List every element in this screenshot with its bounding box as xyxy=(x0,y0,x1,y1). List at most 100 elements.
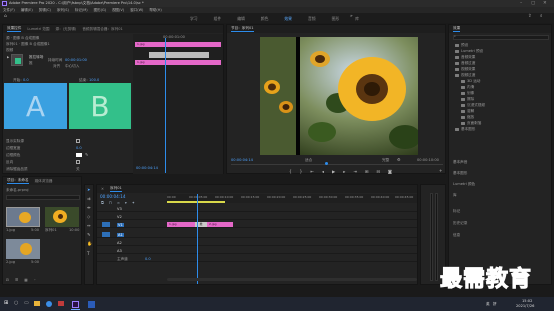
tree-lumetri-presets[interactable]: Lumetri 预设 xyxy=(455,49,483,54)
section-history[interactable]: 历史记录 xyxy=(453,221,467,226)
program-playhead[interactable] xyxy=(325,162,328,165)
step-back-icon[interactable]: ◂ xyxy=(322,169,324,174)
wrench-icon[interactable]: ⚙ xyxy=(397,157,401,162)
windows-start-icon[interactable]: ⊞ xyxy=(4,301,8,306)
timeline-hscroll[interactable] xyxy=(167,278,417,281)
browser-icon[interactable] xyxy=(46,300,52,307)
zoom-slider-icon[interactable]: ◦ xyxy=(34,278,36,282)
start-value[interactable]: 0.0 xyxy=(23,78,29,82)
close-button[interactable]: ✕ xyxy=(543,1,547,6)
tab-source[interactable]: 源：(无剪辑) xyxy=(56,27,77,32)
workspaces-menu-icon[interactable]: » xyxy=(350,14,353,20)
tree-iris[interactable]: 划像 xyxy=(461,91,474,96)
timeline-timecode[interactable]: 00:00:04:14 xyxy=(100,194,126,199)
workspace-color[interactable]: 颜色 xyxy=(261,16,269,22)
tab-sequence[interactable]: 序列01 xyxy=(110,186,122,192)
tab-effects[interactable]: 效果 xyxy=(453,26,461,32)
premiere-taskbar-icon[interactable] xyxy=(72,300,79,308)
project-item-1[interactable]: 1.jpg 5:00 xyxy=(6,207,40,233)
section-lumetri-color[interactable]: Lumetri 颜色 xyxy=(453,182,475,187)
program-timecode[interactable]: 00:00:04:14 xyxy=(231,158,253,162)
alignment-select[interactable]: 中心切入 xyxy=(65,64,79,69)
razor-tool-icon[interactable]: ◇ xyxy=(87,214,92,219)
workspace-graphics[interactable]: 图形 xyxy=(332,16,340,22)
section-essential-graphics[interactable]: 基本图形 xyxy=(453,171,467,176)
tree-immersive[interactable]: 沉浸式视频 xyxy=(461,103,485,108)
end-value[interactable]: 100.0 xyxy=(89,78,99,82)
selection-tool-icon[interactable]: ➤ xyxy=(87,187,92,192)
tab-lumetri-scopes[interactable]: Lumetri 范围 xyxy=(27,27,49,32)
taskbar-time[interactable]: 15:02 xyxy=(522,299,532,303)
quick-export-icon[interactable]: ⇪ xyxy=(528,14,532,20)
tree-video-transitions[interactable]: 视频过渡 xyxy=(455,73,475,78)
export-frame-icon[interactable]: ◙ xyxy=(388,169,392,174)
lock-icon[interactable]: ⊡ xyxy=(6,278,9,282)
ec-mini-transition[interactable] xyxy=(149,52,209,58)
antialias-select[interactable]: 关 xyxy=(76,167,80,172)
tree-page-peel[interactable]: 页面剥落 xyxy=(461,121,481,126)
fit-select[interactable]: 适合 xyxy=(305,158,312,163)
tree-audio-transitions[interactable]: 音频过渡 xyxy=(455,61,475,66)
border-color-swatch[interactable] xyxy=(76,153,82,157)
insert-icon[interactable]: ⊞ xyxy=(365,169,369,174)
show-source-checkbox[interactable] xyxy=(76,139,80,143)
list-view-icon[interactable]: ☰ xyxy=(15,278,18,282)
workspace-assembly[interactable]: 组件 xyxy=(214,16,222,22)
tab-project[interactable]: 项目：未命名 xyxy=(7,178,29,184)
track-select-icon[interactable]: ⇉ xyxy=(87,196,92,201)
timeline-playhead[interactable] xyxy=(197,194,198,284)
eyedropper-icon[interactable]: ✎ xyxy=(85,152,88,157)
mark-out-icon[interactable]: } xyxy=(300,169,303,174)
timeline-close-icon[interactable]: ✕ xyxy=(101,187,104,191)
project-item-3[interactable]: 2.jpg 5:00 xyxy=(6,239,40,265)
tree-video-effects[interactable]: 视频效果 xyxy=(455,67,475,72)
clip-1[interactable]: 1.jpg xyxy=(167,222,197,227)
workspace-libraries[interactable]: 库 xyxy=(355,16,359,22)
workspace-audio[interactable]: 音频 xyxy=(308,16,316,22)
tab-program[interactable]: 节目：序列01 xyxy=(231,26,254,32)
project-search[interactable] xyxy=(6,195,80,200)
maximize-button[interactable]: ▢ xyxy=(531,1,535,6)
tree-wipe[interactable]: 擦除 xyxy=(461,97,474,102)
tab-media-browser[interactable]: 媒体浏览器 xyxy=(35,179,53,184)
tree-essential-graphics[interactable]: 基本图形 xyxy=(455,127,475,132)
task-view-icon[interactable]: ▭ xyxy=(24,301,29,306)
border-width-value[interactable]: 0.0 xyxy=(76,146,82,150)
clip-2[interactable]: 2.jpg xyxy=(207,222,233,227)
tree-zoom[interactable]: 缩放 xyxy=(461,115,474,120)
icon-view-icon[interactable]: ▦ xyxy=(24,278,27,282)
type-tool-icon[interactable]: T xyxy=(87,251,92,256)
tab-audio-clip-mixer[interactable]: 音频剪辑混合器：序列01 xyxy=(82,27,123,32)
ec-mini-playhead[interactable] xyxy=(165,38,166,173)
master-value[interactable]: 0.0 xyxy=(145,257,151,261)
effects-search[interactable] xyxy=(453,35,549,40)
tray-lang-1[interactable]: 英 xyxy=(486,302,490,307)
tree-audio-effects[interactable]: 音频效果 xyxy=(455,55,475,60)
minimize-button[interactable]: – xyxy=(520,1,522,6)
section-info[interactable]: 信息 xyxy=(453,233,460,238)
section-markers[interactable]: 标记 xyxy=(453,209,460,214)
media-icon[interactable] xyxy=(58,301,64,306)
overwrite-icon[interactable]: ⊟ xyxy=(376,169,380,174)
tree-slide[interactable]: 内滑 xyxy=(461,85,474,90)
v1-source-patch[interactable] xyxy=(102,222,110,227)
taskbar-date[interactable]: 2021/7/26 xyxy=(516,304,534,308)
add-button-icon[interactable]: + xyxy=(439,169,442,173)
workspace-effects[interactable]: 效果 xyxy=(284,16,292,22)
pen-tool-icon[interactable]: ✎ xyxy=(87,232,92,237)
tree-presets[interactable]: 预设 xyxy=(455,43,468,48)
tab-effect-controls[interactable]: 效果控件 xyxy=(7,26,22,32)
workspace-learn[interactable]: 学习 xyxy=(190,16,198,22)
search-icon[interactable]: ⌕ xyxy=(540,14,543,20)
program-scrubber[interactable] xyxy=(231,164,443,165)
section-libraries[interactable]: 库 xyxy=(453,193,457,198)
step-forward-icon[interactable]: ▸ xyxy=(343,169,345,174)
go-to-out-icon[interactable]: ⇥ xyxy=(353,169,357,174)
slip-tool-icon[interactable]: ↔ xyxy=(87,223,92,228)
word-icon[interactable] xyxy=(88,300,95,308)
section-essential-sound[interactable]: 基本声音 xyxy=(453,160,467,165)
home-icon[interactable]: ⌂ xyxy=(4,14,7,20)
play-icon[interactable]: ▶ xyxy=(332,169,335,174)
hand-tool-icon[interactable]: ✋ xyxy=(87,241,92,247)
ripple-edit-icon[interactable]: ⇹ xyxy=(87,205,92,210)
